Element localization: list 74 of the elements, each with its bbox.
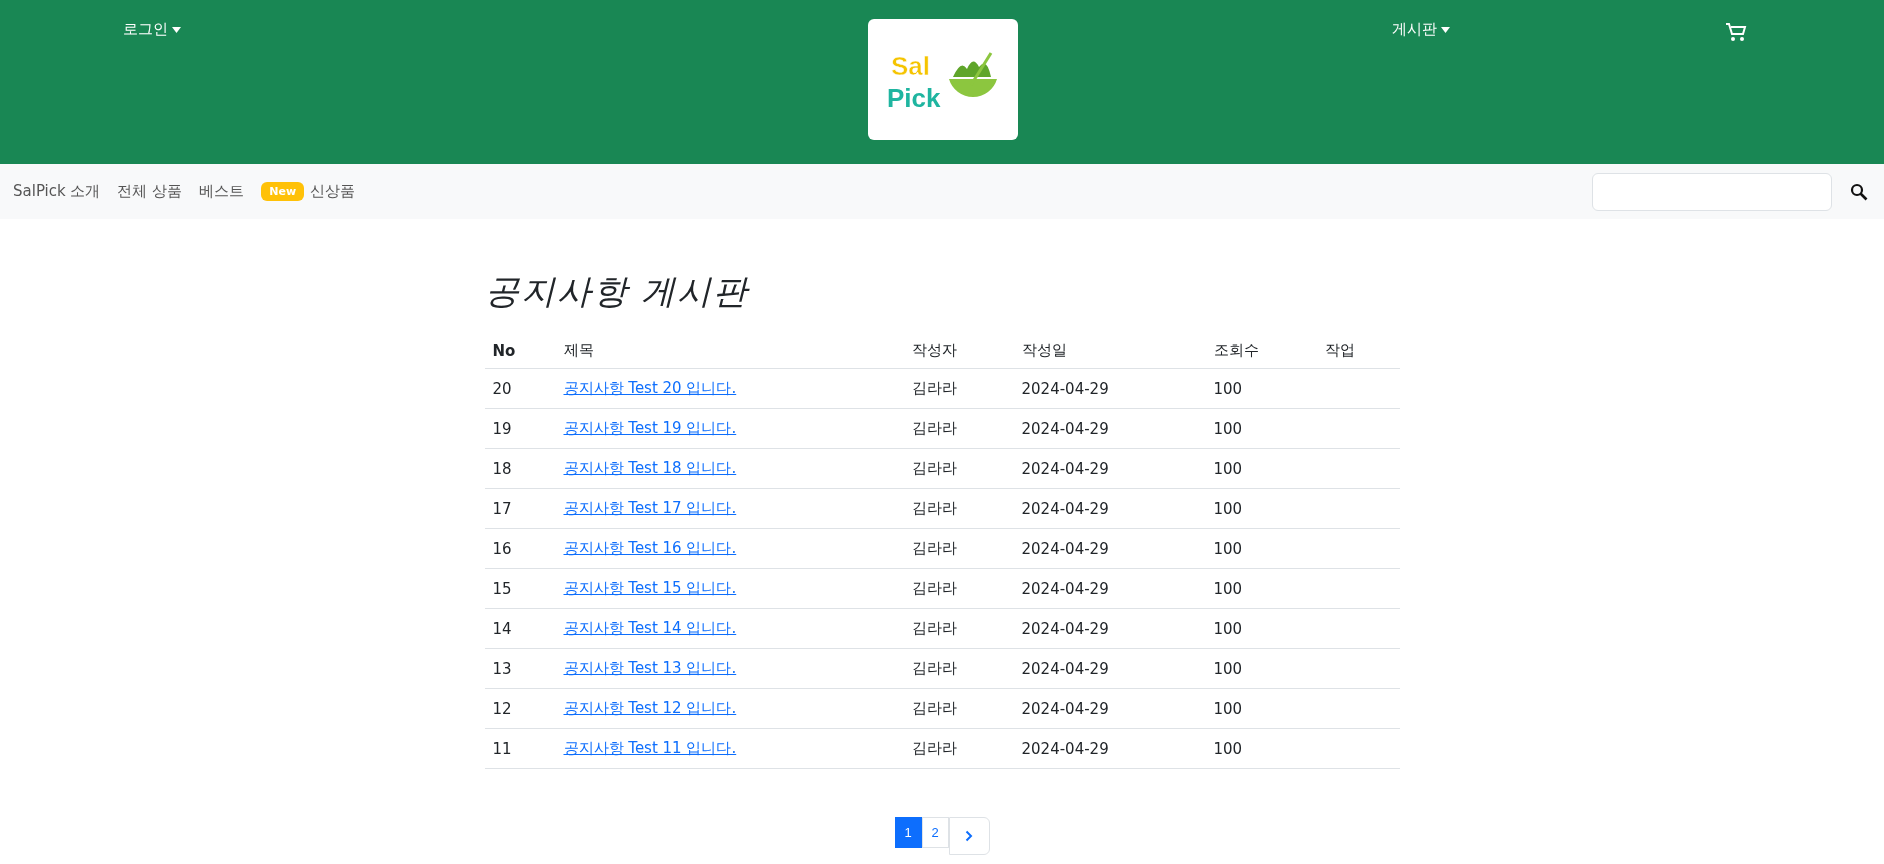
table-cell: 12 [484, 688, 556, 729]
search-icon [1850, 182, 1868, 201]
table-cell: 김라라 [903, 368, 1014, 409]
table-cell: 100 [1205, 608, 1317, 649]
table-cell: 17 [484, 488, 556, 529]
table-cell: 2024-04-29 [1013, 528, 1206, 569]
login-menu[interactable]: 로그인 [123, 20, 181, 39]
column-header: 조회수 [1205, 333, 1317, 369]
column-header: 제목 [555, 333, 904, 369]
table-cell: 김라라 [903, 608, 1014, 649]
table-cell: 2024-04-29 [1013, 648, 1206, 689]
table-cell: 20 [484, 368, 556, 409]
column-header: 작성일 [1013, 333, 1206, 369]
post-title-link[interactable]: 공지사항 Test 12 입니다. [563, 699, 737, 717]
nav-link[interactable]: 전체 상품 [117, 182, 183, 201]
table-cell: 김라라 [903, 568, 1014, 609]
table-cell: 11 [484, 728, 556, 769]
table-cell: 2024-04-29 [1013, 368, 1206, 409]
table-cell: 100 [1205, 488, 1317, 529]
chevron-right-icon [965, 830, 973, 842]
post-title-link[interactable]: 공지사항 Test 14 입니다. [563, 619, 737, 637]
table-cell: 2024-04-29 [1013, 408, 1206, 449]
nav-link[interactable]: New 신상품 [261, 182, 356, 201]
table-cell: 2024-04-29 [1013, 728, 1206, 769]
table-cell: 100 [1205, 728, 1317, 769]
table-cell: 100 [1205, 368, 1317, 409]
post-title-link[interactable]: 공지사항 Test 17 입니다. [563, 499, 737, 517]
table-cell: 14 [484, 608, 556, 649]
table-cell: 김라라 [903, 528, 1014, 569]
nav-link[interactable]: 베스트 [199, 182, 245, 201]
caret-icon [172, 26, 181, 33]
table-cell: 2024-04-29 [1013, 568, 1206, 609]
table-cell: 김라라 [903, 648, 1014, 689]
table-cell: 18 [484, 448, 556, 489]
nav-link-label: 신상품 [310, 182, 356, 201]
post-title-link[interactable]: 공지사항 Test 19 입니다. [563, 419, 737, 437]
post-title-link[interactable]: 공지사항 Test 16 입니다. [563, 539, 737, 557]
column-header: 작업 [1316, 333, 1400, 369]
table-cell: 2024-04-29 [1013, 448, 1206, 489]
column-header: No [484, 333, 556, 369]
table-cell: 100 [1205, 528, 1317, 569]
cart-icon[interactable] [1725, 22, 1747, 42]
table-cell: 100 [1205, 448, 1317, 489]
page-button[interactable]: 2 [921, 817, 949, 848]
table-cell: 100 [1205, 568, 1317, 609]
table-cell: 19 [484, 408, 556, 449]
caret-icon [1441, 26, 1450, 33]
logo[interactable]: Sal Pick [868, 19, 1018, 140]
page-button[interactable]: 1 [894, 817, 922, 848]
table-cell: 김라라 [903, 688, 1014, 729]
page-title: 공지사항 게시판 [484, 270, 751, 313]
column-header: 작성자 [903, 333, 1014, 369]
table-cell: 2024-04-29 [1013, 608, 1206, 649]
post-title-link[interactable]: 공지사항 Test 20 입니다. [563, 379, 737, 397]
table-cell: 김라라 [903, 728, 1014, 769]
table-cell: 김라라 [903, 408, 1014, 449]
table-cell: 김라라 [903, 448, 1014, 489]
post-title-link[interactable]: 공지사항 Test 11 입니다. [563, 739, 737, 757]
new-badge: New [261, 182, 305, 201]
table-cell: 100 [1205, 688, 1317, 729]
post-title-link[interactable]: 공지사항 Test 13 입니다. [563, 659, 737, 677]
table-cell: 김라라 [903, 488, 1014, 529]
post-title-link[interactable]: 공지사항 Test 18 입니다. [563, 459, 737, 477]
table-cell: 16 [484, 528, 556, 569]
nav-link[interactable]: SalPick 소개 [13, 182, 101, 201]
table-cell: 100 [1205, 648, 1317, 689]
table-cell: 15 [484, 568, 556, 609]
table-cell: 13 [484, 648, 556, 689]
board-menu[interactable]: 게시판 [1392, 20, 1450, 39]
table-cell: 2024-04-29 [1013, 488, 1206, 529]
table-cell: 100 [1205, 408, 1317, 449]
search-field[interactable] [1592, 172, 1832, 211]
post-title-link[interactable]: 공지사항 Test 15 입니다. [563, 579, 737, 597]
table-cell: 2024-04-29 [1013, 688, 1206, 729]
